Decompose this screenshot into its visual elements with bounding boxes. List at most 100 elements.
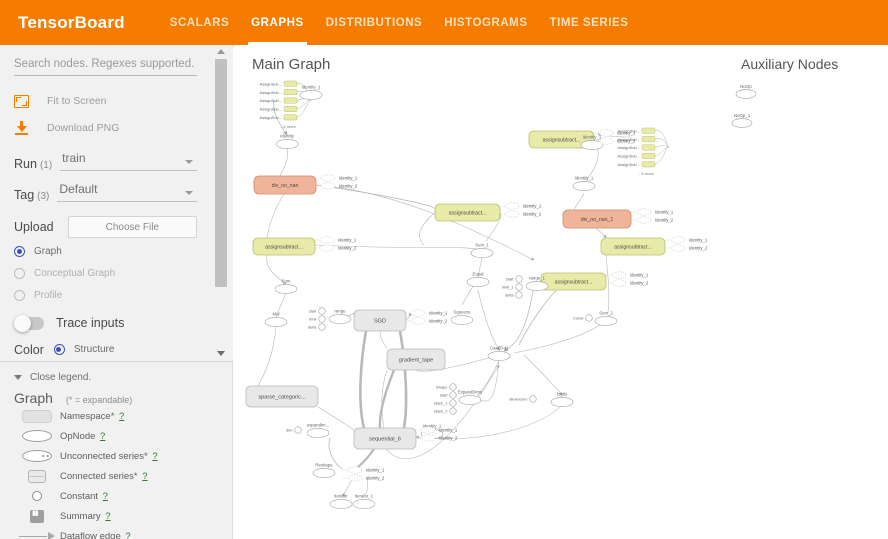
graph-op-node[interactable]: Squeeze (450, 310, 474, 325)
graph-constant-node[interactable]: stack_2 (434, 407, 457, 415)
help-link[interactable]: ? (119, 411, 124, 422)
graph-constant-node[interactable]: dim (286, 426, 302, 434)
tab-histograms[interactable]: HISTOGRAMS (433, 0, 538, 45)
graph-stack-item[interactable]: AssignSub... (260, 80, 298, 87)
graph-identity-node[interactable]: Identity_2 (342, 474, 385, 482)
graph-stack-item[interactable]: AssignSub... (618, 127, 656, 134)
graph-nodes[interactable]: div_no_nan div_no_nan_1 assignsubtract... a… (245, 80, 757, 509)
scroll-down-arrow-icon[interactable] (217, 351, 225, 356)
graph-identity-node[interactable]: Identity_1 (606, 271, 649, 279)
help-link[interactable]: ? (142, 471, 147, 482)
graph-canvas[interactable]: Main Graph Auxiliary Nodes div_no_nan div… (234, 45, 888, 539)
graph-svg[interactable]: div_no_nan div_no_nan_1 assignsubtract... a… (234, 45, 888, 539)
graph-op-node[interactable]: ExpandDims (458, 390, 482, 405)
graph-constant-node[interactable]: limit_1 (502, 283, 523, 291)
graph-identity-node[interactable]: Identity_2 (499, 210, 542, 218)
fit-to-screen-button[interactable]: Fit to Screen (14, 89, 197, 113)
graph-stack-item[interactable]: AssignSub... (260, 114, 298, 121)
trace-inputs-toggle[interactable]: Trace inputs (14, 314, 197, 332)
graph-constant-node[interactable]: start (506, 275, 523, 283)
graph-stack-item[interactable]: AssignSub... (618, 152, 656, 159)
graph-constant-node[interactable]: start (309, 307, 326, 315)
choose-file-button[interactable]: Choose File (67, 216, 197, 238)
graph-op-node[interactable]: iterator (329, 494, 353, 509)
help-link[interactable]: ? (152, 451, 157, 462)
graph-constant-node[interactable]: limit (309, 315, 326, 323)
graph-op-node[interactable]: range (328, 309, 352, 324)
help-link[interactable]: ? (103, 491, 108, 502)
graph-op-node[interactable]: Sum_1 (470, 243, 494, 258)
graph-stack-item[interactable]: AssignSub... (260, 89, 298, 96)
tab-scalars[interactable]: SCALARS (159, 0, 240, 45)
graph-constant-node[interactable]: delta (308, 323, 326, 331)
graph-constant-node[interactable]: stack_1 (434, 399, 457, 407)
graph-identity-node[interactable]: Identity_1 (342, 466, 385, 474)
graph-stack-item[interactable]: AssignSub... (618, 161, 656, 168)
radio-color-structure[interactable]: Structure (53, 341, 114, 358)
radio-profile-icon (14, 290, 25, 301)
graph-op-node[interactable]: Identity (275, 134, 299, 149)
graph-constant-node[interactable]: start (440, 391, 457, 399)
graph-identity-node[interactable]: Identity_1 (314, 236, 357, 244)
graph-identity-node[interactable]: Identity_2 (631, 216, 674, 224)
graph-stack-item[interactable]: AssignSub... (618, 144, 656, 151)
auxiliary-node[interactable]: NoOp (735, 84, 757, 99)
tab-distributions[interactable]: DISTRIBUTIONS (315, 0, 434, 45)
graph-node[interactable]: sequential_6 (353, 427, 417, 450)
graph-node[interactable]: assignsubtract... (540, 272, 607, 291)
graph-op-node[interactable]: range_1 (525, 276, 549, 291)
graph-identity-node[interactable]: Identity_1 (499, 202, 542, 210)
auxiliary-node[interactable]: NoOp_1 (731, 113, 753, 128)
graph-stack-item[interactable]: AssignSub... (260, 105, 298, 112)
graph-op-node[interactable]: Identity_1 (299, 85, 323, 100)
help-link[interactable]: ? (125, 531, 130, 539)
graph-node[interactable]: gradient_tape (386, 348, 446, 371)
run-select[interactable]: train (60, 149, 197, 171)
help-link[interactable]: ? (100, 431, 105, 442)
graph-identity-node[interactable]: Identity_1 (665, 236, 708, 244)
graph-node[interactable]: SGD (353, 309, 407, 332)
graph-op-node[interactable]: Sum_2 (594, 311, 618, 326)
graph-identity-node[interactable]: Identity_1 (631, 208, 674, 216)
graph-identity-node[interactable]: Identity_2 (606, 279, 649, 287)
graph-stack-item[interactable]: AssignSub... (260, 97, 298, 104)
graph-op-node[interactable]: iterator_1 (352, 494, 376, 509)
graph-op-node[interactable]: Equal (466, 272, 490, 287)
close-legend-button[interactable]: Close legend. (14, 372, 232, 383)
graph-node[interactable]: div_no_nan (253, 175, 317, 195)
graph-op-node[interactable]: Cast(0-4) (487, 346, 511, 361)
graph-node[interactable]: div_no_nan_1 (562, 209, 632, 229)
graph-node[interactable]: sparse_categoric... (245, 385, 319, 408)
tab-time-series[interactable]: TIME SERIES (539, 0, 640, 45)
graph-constant-node[interactable]: Const (573, 314, 593, 322)
graph-identity-node[interactable]: Identity_2 (665, 244, 708, 252)
tab-graphs[interactable]: GRAPHS (240, 0, 315, 45)
help-link[interactable]: ? (105, 511, 110, 522)
graph-node[interactable]: assignsubtract... (434, 203, 501, 222)
scroll-up-arrow-icon[interactable] (217, 49, 225, 54)
graph-identity-node[interactable]: Identity_1 (405, 309, 448, 317)
graph-op-node[interactable]: logits (550, 392, 574, 407)
graph-stack-item[interactable]: AssignSub... (618, 136, 656, 143)
sidebar-scrollbar[interactable] (215, 47, 227, 358)
graph-constant-node[interactable]: dimension (509, 395, 537, 403)
radio-profile[interactable]: Profile (14, 287, 197, 304)
graph-op-node[interactable]: expandim... (306, 423, 330, 438)
graph-op-node[interactable]: Mul (264, 312, 288, 327)
graph-node[interactable]: assignsubtract... (252, 237, 316, 256)
graph-constant-node[interactable]: Shape (436, 383, 457, 391)
tag-select[interactable]: Default (57, 180, 197, 202)
graph-op-node[interactable]: Identity_1 (572, 176, 596, 191)
graph-identity-node[interactable]: Identity_2 (405, 317, 448, 325)
download-png-button[interactable]: Download PNG (14, 116, 197, 140)
graph-op-node[interactable]: Reshape (312, 463, 336, 478)
radio-conceptual-graph[interactable]: Conceptual Graph (14, 265, 197, 282)
radio-graph[interactable]: Graph (14, 243, 197, 260)
svg-text:assignsubtract...: assignsubtract... (555, 280, 593, 286)
graph-op-node[interactable]: Sum (274, 279, 298, 294)
graph-node[interactable]: assignsubtract... (600, 237, 666, 256)
graph-identity-node[interactable]: Identity_1 (315, 174, 358, 182)
graph-constant-node[interactable]: delta (505, 291, 523, 299)
search-input[interactable] (14, 55, 197, 76)
scrollbar-thumb[interactable] (215, 59, 227, 287)
